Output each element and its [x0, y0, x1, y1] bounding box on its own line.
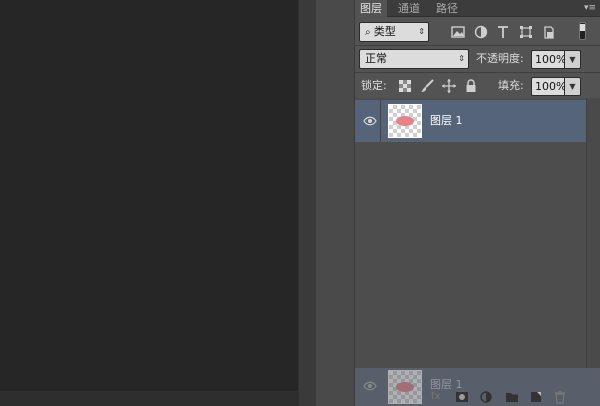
- opacity-dropdown-button[interactable]: ▼: [565, 50, 581, 69]
- eye-icon[interactable]: [363, 115, 377, 127]
- lock-image-pixels-icon[interactable]: [419, 78, 435, 94]
- layer-list: 图层 1: [355, 98, 586, 368]
- panel-gutter: [298, 0, 315, 406]
- adjustment-filter-icon[interactable]: [473, 24, 489, 40]
- chevron-down-icon: ▼: [569, 82, 576, 91]
- add-mask-icon[interactable]: [455, 390, 469, 404]
- divider: [355, 72, 600, 73]
- ghost-thumbnail: [388, 370, 422, 404]
- document-canvas[interactable]: [0, 0, 298, 406]
- fill-label: 填充:: [498, 79, 524, 92]
- lock-transparent-pixels-icon[interactable]: [397, 78, 413, 94]
- panel-menu-icon[interactable]: ▾≡: [583, 2, 597, 14]
- layer-list-scrollbar[interactable]: [586, 98, 600, 368]
- shape-filter-icon[interactable]: [518, 24, 534, 40]
- layers-action-bar: fx: [421, 388, 600, 406]
- type-filter-icon[interactable]: [495, 24, 511, 40]
- opacity-input[interactable]: 100%: [531, 50, 566, 69]
- divider: [355, 45, 600, 46]
- filter-toggle-switch[interactable]: [579, 22, 586, 40]
- adjustment-layer-icon[interactable]: [479, 390, 493, 404]
- lock-label: 锁定:: [361, 79, 387, 92]
- search-icon: ⌕: [365, 27, 374, 38]
- panel-tab-bar: 图层 通道 路径 ▾≡: [355, 0, 600, 18]
- layers-panel: 图层 通道 路径 ▾≡ ⌕ 类型 ⇕ 正常 ⇕ 不透明度: 100% ▼ 锁定:…: [354, 0, 600, 406]
- image-filter-icon[interactable]: [450, 24, 466, 40]
- tab-channels[interactable]: 通道: [393, 0, 425, 17]
- blend-mode-select[interactable]: 正常 ⇕: [359, 49, 469, 69]
- collapsed-dock: [315, 0, 354, 406]
- layer-name[interactable]: 图层 1: [430, 113, 463, 129]
- eye-icon: [363, 381, 377, 391]
- thumbnail-content: [396, 382, 414, 392]
- layer-row[interactable]: 图层 1: [355, 100, 586, 142]
- opacity-label: 不透明度:: [476, 52, 524, 65]
- filter-kind-select[interactable]: ⌕ 类型 ⇕: [359, 22, 429, 42]
- delete-layer-icon[interactable]: [553, 390, 567, 404]
- fill-input[interactable]: 100%: [531, 77, 566, 96]
- smart-object-filter-icon[interactable]: [541, 24, 557, 40]
- lock-position-icon[interactable]: [441, 78, 457, 94]
- tab-layers[interactable]: 图层: [355, 0, 387, 18]
- fx-icon[interactable]: fx: [431, 390, 445, 404]
- new-group-icon[interactable]: [505, 390, 519, 404]
- layer-thumbnail[interactable]: [388, 104, 422, 138]
- filter-kind-value: 类型: [373, 25, 396, 38]
- chevron-updown-icon: ⇕: [418, 27, 425, 36]
- blend-mode-value: 正常: [365, 52, 387, 65]
- lock-all-icon[interactable]: [463, 78, 479, 94]
- canvas-status-bar: [0, 391, 298, 406]
- thumbnail-content: [396, 116, 414, 126]
- new-layer-icon[interactable]: [529, 390, 543, 404]
- tab-paths[interactable]: 路径: [431, 0, 463, 17]
- chevron-down-icon: ▼: [569, 55, 576, 64]
- chevron-updown-icon: ⇕: [458, 54, 465, 63]
- fill-dropdown-button[interactable]: ▼: [565, 77, 581, 96]
